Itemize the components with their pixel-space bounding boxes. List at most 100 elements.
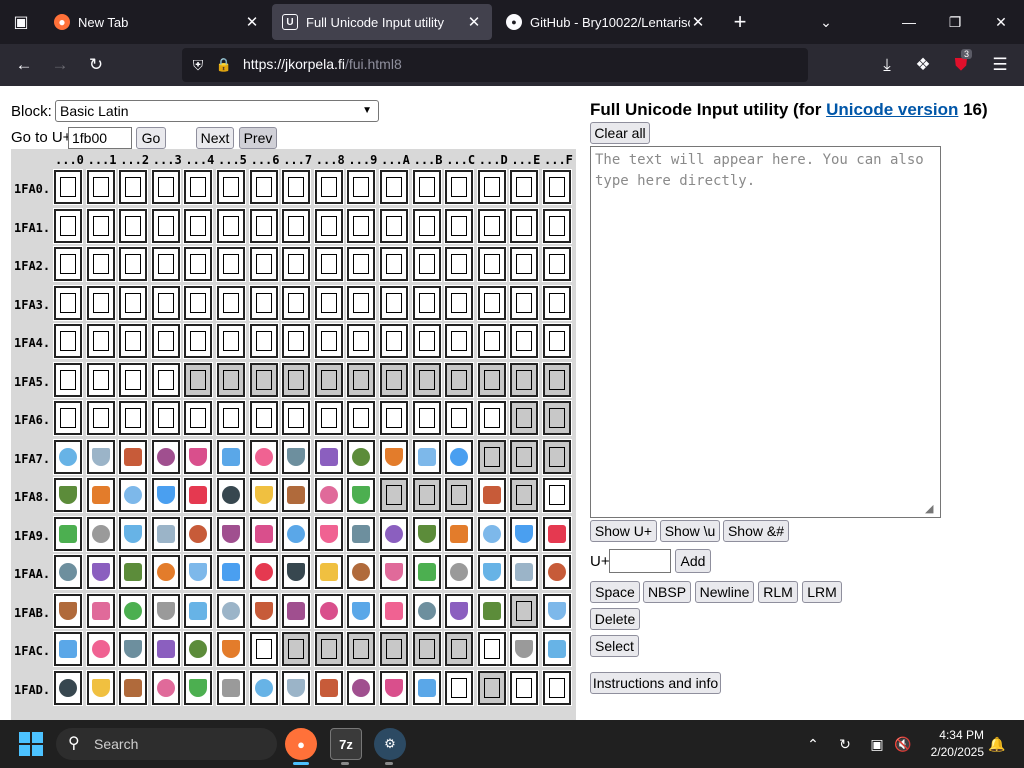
missing-glyph-cell[interactable] [216, 400, 246, 436]
missing-glyph-cell[interactable] [542, 207, 572, 244]
7zip-icon[interactable]: 7z [330, 728, 362, 760]
missing-glyph-cell[interactable] [444, 284, 475, 321]
show-entity-button[interactable]: Show &# [723, 520, 789, 542]
emoji-char-cell[interactable] [53, 438, 83, 475]
missing-glyph-cell[interactable] [118, 169, 149, 205]
missing-glyph-cell[interactable] [411, 361, 442, 398]
missing-glyph-cell[interactable] [118, 246, 149, 282]
missing-glyph-cell[interactable] [476, 284, 507, 321]
missing-glyph-cell[interactable] [216, 246, 246, 282]
lock-icon[interactable]: 🔒 [214, 53, 234, 77]
missing-glyph-cell[interactable] [85, 400, 116, 436]
missing-glyph-cell[interactable] [183, 207, 214, 244]
missing-glyph-cell[interactable] [216, 361, 246, 398]
missing-glyph-cell[interactable] [150, 323, 181, 359]
missing-glyph-cell[interactable] [313, 284, 344, 321]
missing-glyph-cell[interactable] [411, 284, 442, 321]
missing-glyph-cell[interactable] [53, 323, 83, 359]
missing-glyph-cell[interactable] [85, 169, 116, 205]
missing-glyph-cell[interactable] [476, 207, 507, 244]
missing-glyph-cell[interactable] [346, 207, 377, 244]
missing-glyph-cell[interactable] [183, 400, 214, 436]
emoji-char-cell[interactable] [150, 477, 181, 513]
missing-glyph-cell[interactable] [509, 323, 540, 359]
emoji-char-cell[interactable] [542, 631, 572, 667]
missing-glyph-cell[interactable] [476, 323, 507, 359]
missing-glyph-cell[interactable] [85, 284, 116, 321]
delete-button[interactable]: Delete [590, 608, 640, 630]
missing-glyph-cell[interactable] [476, 361, 507, 398]
emoji-char-cell[interactable] [248, 554, 279, 590]
missing-glyph-cell[interactable] [444, 631, 475, 667]
missing-glyph-cell[interactable] [542, 284, 572, 321]
missing-glyph-cell[interactable] [183, 284, 214, 321]
missing-glyph-cell[interactable] [346, 169, 377, 205]
missing-glyph-cell[interactable] [509, 400, 540, 436]
prev-button[interactable]: Prev [239, 127, 277, 149]
missing-glyph-cell[interactable] [379, 477, 409, 513]
clock[interactable]: 4:34 PM 2/20/2025 [916, 727, 984, 761]
emoji-char-cell[interactable] [542, 515, 572, 552]
emoji-char-cell[interactable] [444, 592, 475, 629]
missing-glyph-cell[interactable] [379, 207, 409, 244]
missing-glyph-cell[interactable] [150, 169, 181, 205]
missing-glyph-cell[interactable] [542, 669, 572, 706]
missing-glyph-cell[interactable] [476, 669, 507, 706]
emoji-char-cell[interactable] [411, 669, 442, 706]
emoji-char-cell[interactable] [216, 669, 246, 706]
missing-glyph-cell[interactable] [53, 169, 83, 205]
emoji-char-cell[interactable] [444, 554, 475, 590]
missing-glyph-cell[interactable] [542, 477, 572, 513]
emoji-char-cell[interactable] [53, 631, 83, 667]
emoji-char-cell[interactable] [248, 438, 279, 475]
missing-glyph-cell[interactable] [281, 207, 312, 244]
missing-glyph-cell[interactable] [444, 477, 475, 513]
missing-glyph-cell[interactable] [411, 207, 442, 244]
missing-glyph-cell[interactable] [542, 169, 572, 205]
taskbar-search[interactable]: ⚲ Search [56, 728, 277, 760]
emoji-char-cell[interactable] [444, 438, 475, 475]
missing-glyph-cell[interactable] [150, 361, 181, 398]
emoji-char-cell[interactable] [476, 515, 507, 552]
emoji-char-cell[interactable] [118, 477, 149, 513]
missing-glyph-cell[interactable] [444, 246, 475, 282]
missing-glyph-cell[interactable] [85, 207, 116, 244]
extensions-icon[interactable]: ❖ [907, 49, 939, 81]
close-window-icon[interactable]: ✕ [978, 0, 1024, 44]
missing-glyph-cell[interactable] [281, 400, 312, 436]
emoji-char-cell[interactable] [313, 477, 344, 513]
missing-glyph-cell[interactable] [281, 631, 312, 667]
emoji-char-cell[interactable] [85, 554, 116, 590]
emoji-char-cell[interactable] [248, 592, 279, 629]
emoji-char-cell[interactable] [509, 515, 540, 552]
chevron-up-icon[interactable]: ⌃ [802, 720, 824, 768]
emoji-char-cell[interactable] [183, 592, 214, 629]
missing-glyph-cell[interactable] [476, 631, 507, 667]
missing-glyph-cell[interactable] [53, 400, 83, 436]
emoji-char-cell[interactable] [379, 515, 409, 552]
output-textarea[interactable]: The text will appear here. You can also … [590, 146, 941, 518]
missing-glyph-cell[interactable] [411, 323, 442, 359]
emoji-char-cell[interactable] [281, 477, 312, 513]
missing-glyph-cell[interactable] [509, 284, 540, 321]
missing-glyph-cell[interactable] [183, 323, 214, 359]
missing-glyph-cell[interactable] [53, 361, 83, 398]
emoji-char-cell[interactable] [85, 515, 116, 552]
show-backslash-u-button[interactable]: Show \u [660, 520, 720, 542]
emoji-char-cell[interactable] [85, 477, 116, 513]
missing-glyph-cell[interactable] [313, 361, 344, 398]
network-icon[interactable]: ▣ [866, 720, 888, 768]
missing-glyph-cell[interactable] [444, 207, 475, 244]
settings-gear-icon[interactable]: ⚙ [374, 728, 406, 760]
missing-glyph-cell[interactable] [118, 400, 149, 436]
missing-glyph-cell[interactable] [476, 438, 507, 475]
emoji-char-cell[interactable] [216, 477, 246, 513]
emoji-char-cell[interactable] [216, 554, 246, 590]
emoji-char-cell[interactable] [346, 438, 377, 475]
missing-glyph-cell[interactable] [542, 323, 572, 359]
missing-glyph-cell[interactable] [346, 631, 377, 667]
emoji-char-cell[interactable] [53, 669, 83, 706]
volume-muted-icon[interactable]: 🔇 [892, 720, 914, 768]
emoji-char-cell[interactable] [85, 669, 116, 706]
emoji-char-cell[interactable] [379, 592, 409, 629]
